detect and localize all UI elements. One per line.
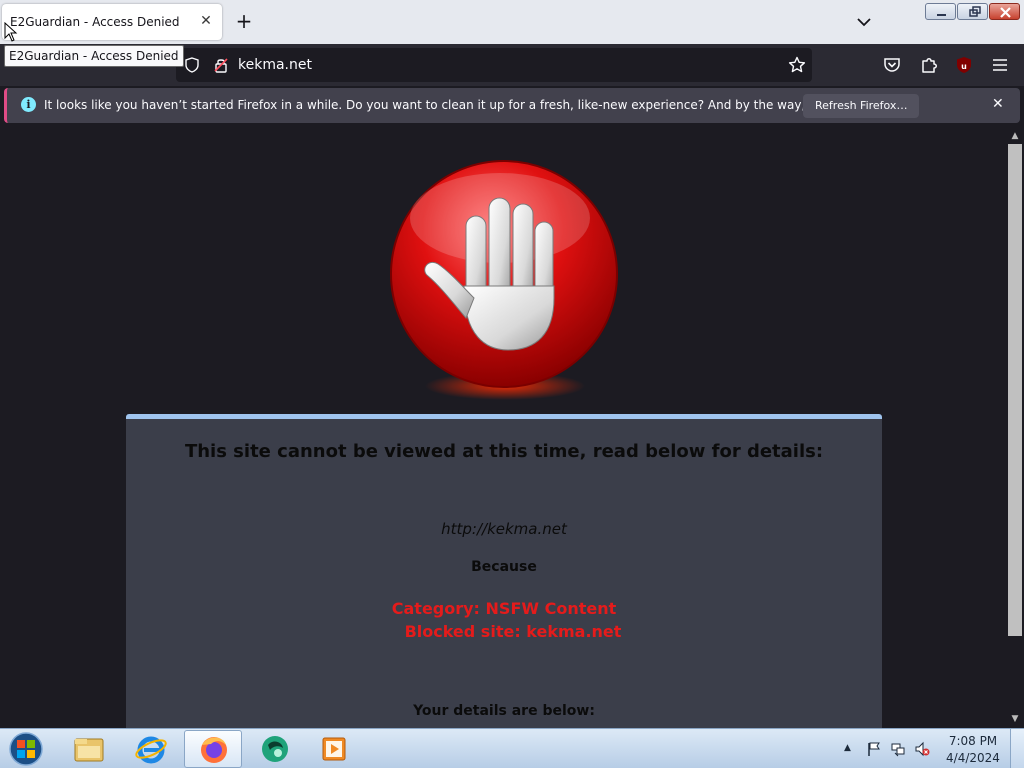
show-hidden-icons-arrow-icon[interactable]: ▲ [844, 743, 860, 759]
taskbar-firefox-button[interactable] [184, 730, 242, 768]
ublock-origin-icon[interactable]: u [954, 55, 974, 75]
block-reason-site: Blocked site: kekma.net [404, 622, 622, 641]
windows-start-button[interactable] [6, 731, 46, 767]
extensions-puzzle-icon[interactable] [919, 55, 939, 75]
scroll-up-arrow-icon[interactable]: ▲ [1010, 131, 1020, 141]
taskbar-media-player-button[interactable] [306, 730, 364, 768]
chevron-down-icon[interactable] [854, 12, 874, 32]
media-player-icon [322, 737, 346, 761]
show-desktop-button[interactable] [1010, 729, 1024, 768]
scroll-thumb[interactable] [1008, 144, 1022, 636]
taskbar-app-button[interactable] [246, 730, 304, 768]
app-icon [262, 736, 288, 762]
lock-icon[interactable] [213, 57, 229, 73]
taskbar-internet-explorer-button[interactable] [122, 730, 180, 768]
details-label: Your details are below: [413, 703, 595, 719]
clock-time[interactable]: 7:08 PM [944, 734, 1002, 748]
internet-explorer-icon [135, 736, 167, 764]
mouse-cursor-icon [4, 22, 18, 42]
svg-text:u: u [961, 62, 967, 71]
because-label: Because [471, 559, 537, 575]
tab-tooltip: E2Guardian - Access Denied [4, 45, 184, 67]
block-heading: This site cannot be viewed at this time,… [184, 441, 824, 462]
block-reason-category: Category: NSFW Content [391, 599, 617, 618]
page-scrollbar[interactable]: ▲ ▼ [1006, 128, 1024, 728]
firefox-icon [201, 737, 227, 763]
notification-message: It looks like you haven’t started Firefo… [44, 98, 900, 112]
window-close-button[interactable] [989, 3, 1020, 20]
notification-close-button[interactable]: ✕ [992, 96, 1004, 112]
action-center-flag-icon[interactable] [866, 741, 882, 757]
browser-tab[interactable]: E2Guardian - Access Denied ✕ [2, 4, 222, 40]
tab-strip: E2Guardian - Access Denied ✕ + [0, 0, 1024, 44]
clock-date[interactable]: 4/4/2024 [944, 751, 1002, 765]
info-icon: i [21, 97, 36, 112]
url-bar[interactable]: kekma.net [176, 48, 812, 82]
pocket-icon[interactable] [882, 55, 902, 75]
network-icon[interactable] [890, 741, 906, 757]
blocked-url: http://kekma.net [441, 520, 567, 538]
tab-title: E2Guardian - Access Denied [10, 15, 180, 29]
block-details-panel: This site cannot be viewed at this time,… [126, 414, 882, 728]
hamburger-menu-icon[interactable] [990, 55, 1010, 75]
folder-icon [74, 738, 104, 762]
taskbar-explorer-button[interactable] [60, 730, 118, 768]
tracking-protection-shield-icon[interactable] [184, 57, 200, 73]
window-restore-button[interactable] [957, 3, 988, 20]
bookmark-star-icon[interactable] [788, 56, 806, 74]
stop-hand-icon [390, 160, 618, 400]
url-text[interactable]: kekma.net [238, 57, 312, 73]
scroll-down-arrow-icon[interactable]: ▼ [1010, 714, 1020, 724]
refresh-firefox-button[interactable]: Refresh Firefox… [803, 94, 920, 118]
page-content: This site cannot be viewed at this time,… [0, 128, 1006, 728]
notification-bar: i It looks like you haven’t started Fire… [4, 88, 1020, 123]
new-tab-button[interactable]: + [234, 10, 254, 32]
windows-taskbar: ▲ 7:08 PM 4/4/2024 [0, 728, 1024, 768]
volume-muted-icon[interactable] [914, 741, 930, 757]
tab-close-button[interactable]: ✕ [198, 13, 214, 29]
window-minimize-button[interactable] [925, 3, 956, 20]
